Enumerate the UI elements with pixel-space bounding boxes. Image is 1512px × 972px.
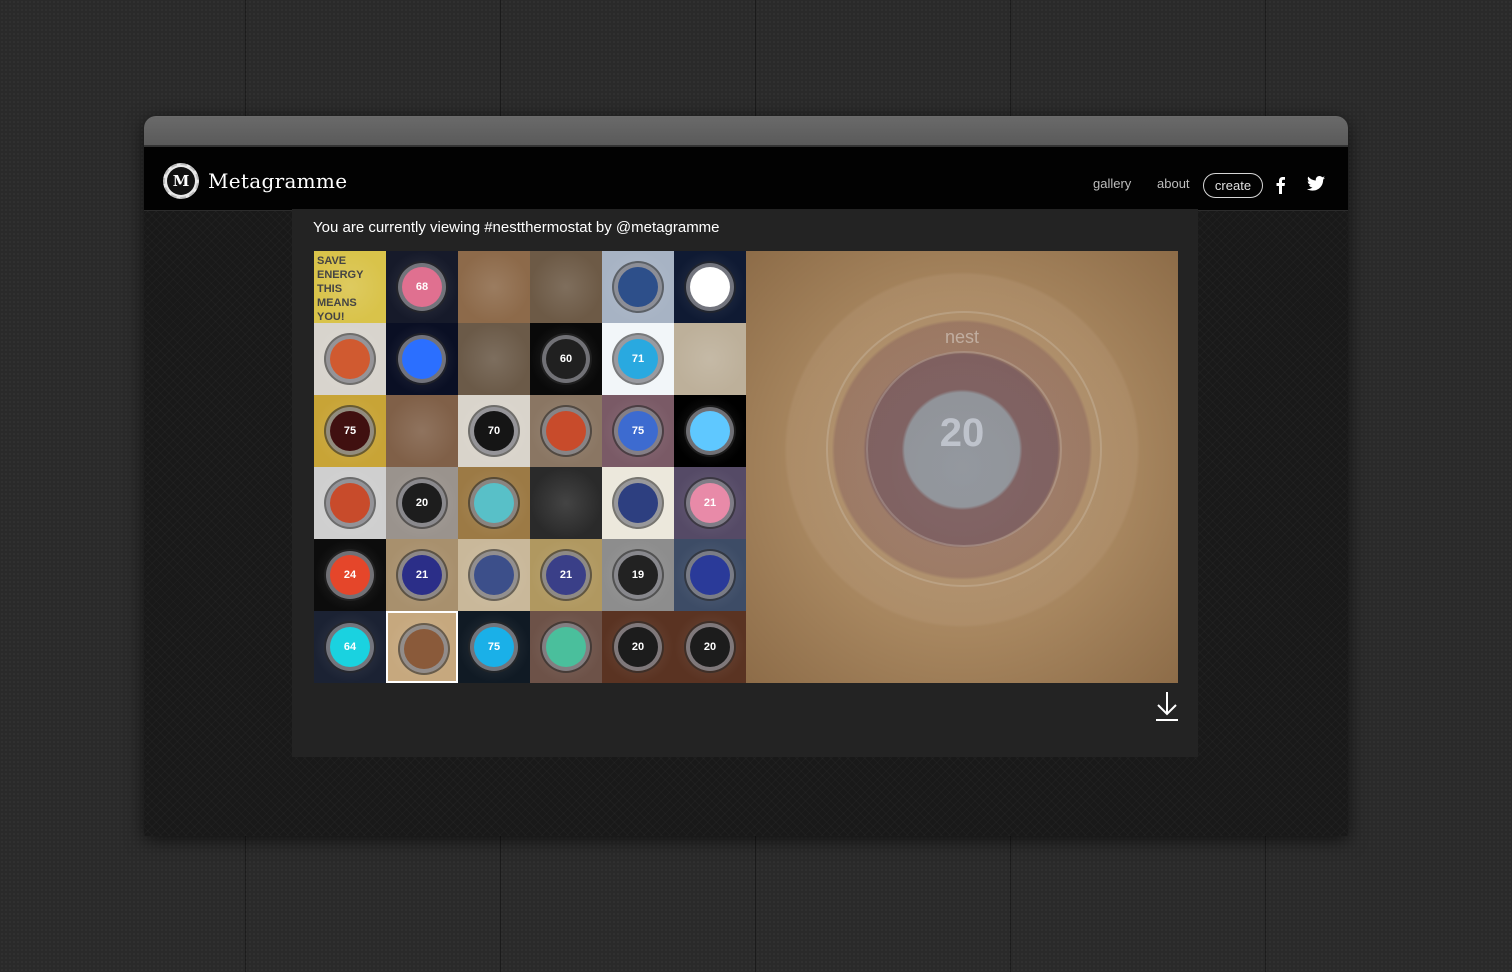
grid-thumbnail[interactable]: 75 [458, 611, 530, 683]
grid-thumbnail[interactable]: 75 [314, 395, 386, 467]
thermostat-dial: 20 [402, 483, 442, 523]
nav-gallery-link[interactable]: gallery [1093, 176, 1131, 191]
grid-thumbnail[interactable] [314, 323, 386, 395]
grid-thumbnail[interactable]: SAVE ENERGY THIS MEANS YOU! [314, 251, 386, 323]
twitter-icon[interactable] [1307, 176, 1327, 194]
thermostat-dial: 75 [330, 411, 370, 451]
grid-thumbnail[interactable] [674, 539, 746, 611]
grid-thumbnail[interactable]: 70 [458, 395, 530, 467]
thermostat-dial [546, 627, 586, 667]
grid-thumbnail[interactable] [386, 395, 458, 467]
thermostat-dial [474, 483, 514, 523]
grid-thumbnail[interactable] [458, 323, 530, 395]
thermostat-dial [618, 483, 658, 523]
grid-thumbnail[interactable] [674, 395, 746, 467]
grid-thumbnail[interactable] [530, 467, 602, 539]
thermostat-dial: 20 [618, 627, 658, 667]
grid-thumbnail[interactable] [674, 323, 746, 395]
grid-thumbnail[interactable] [530, 251, 602, 323]
thermostat-dial [330, 483, 370, 523]
logo-letter: M [167, 167, 195, 195]
grid-thumbnail[interactable] [386, 611, 458, 683]
grid-thumbnail[interactable]: 75 [602, 395, 674, 467]
thermostat-dial: 75 [474, 627, 514, 667]
composite-number: 20 [939, 411, 985, 455]
grid-thumbnail[interactable] [314, 467, 386, 539]
grid-thumbnail[interactable] [530, 395, 602, 467]
nav-about-link[interactable]: about [1157, 176, 1190, 191]
thermostat-dial [474, 555, 514, 595]
grid-thumbnail[interactable]: 20 [602, 611, 674, 683]
site-header: M Metagramme gallery about create [144, 147, 1348, 211]
grid-thumbnail[interactable]: 58 [674, 251, 746, 323]
thermostat-dial [404, 629, 444, 669]
thermostat-dial: 64 [330, 627, 370, 667]
thermostat-dial: 68 [402, 267, 442, 307]
grid-thumbnail[interactable]: 68 [386, 251, 458, 323]
thermostat-dial [690, 555, 730, 595]
grid-thumbnail[interactable]: 20 [674, 611, 746, 683]
grid-thumbnail[interactable]: 19 [602, 539, 674, 611]
grid-thumbnail[interactable] [458, 539, 530, 611]
thermostat-dial: 21 [690, 483, 730, 523]
grid-thumbnail[interactable]: 21 [674, 467, 746, 539]
composite-image[interactable]: nest 20 [746, 251, 1178, 683]
title-bar [144, 116, 1348, 147]
grid-thumbnail[interactable] [602, 251, 674, 323]
thermostat-dial: 58 [690, 267, 730, 307]
thermostat-dial [402, 339, 442, 379]
grid-thumbnail[interactable] [458, 251, 530, 323]
grid-thumbnail[interactable]: 20 [386, 467, 458, 539]
browser-window: M Metagramme gallery about create You ar… [144, 116, 1348, 836]
download-icon[interactable] [1154, 690, 1180, 722]
grid-thumbnail[interactable]: 21 [386, 539, 458, 611]
thermostat-dial: 21 [402, 555, 442, 595]
logo-badge[interactable]: M [163, 163, 199, 199]
grid-thumbnail[interactable]: 60 [530, 323, 602, 395]
grid-thumbnail[interactable] [386, 323, 458, 395]
thermostat-dial [618, 267, 658, 307]
thermostat-dial: 70 [474, 411, 514, 451]
thermostat-dial: 24 [330, 555, 370, 595]
grid-thumbnail[interactable]: 21 [530, 539, 602, 611]
thermostat-dial: 60 [546, 339, 586, 379]
thermostat-dial: 21 [546, 555, 586, 595]
composite-brand-text: nest [944, 327, 980, 347]
viewing-caption: You are currently viewing #nestthermosta… [313, 219, 720, 236]
create-button[interactable]: create [1203, 173, 1263, 198]
thermostat-dial: 71 [618, 339, 658, 379]
thermostat-dial [330, 339, 370, 379]
thermostat-dial: 19 [618, 555, 658, 595]
site-name[interactable]: Metagramme [208, 169, 347, 193]
grid-thumbnail[interactable] [530, 611, 602, 683]
thermostat-dial: 75 [618, 411, 658, 451]
grid-thumbnail[interactable]: 24 [314, 539, 386, 611]
thermostat-dial [546, 411, 586, 451]
grid-thumbnail[interactable] [458, 467, 530, 539]
thermostat-dial: 20 [690, 627, 730, 667]
grid-thumbnail[interactable]: 64 [314, 611, 386, 683]
grid-thumbnail[interactable]: 71 [602, 323, 674, 395]
thumbnail-caption: SAVE ENERGY THIS MEANS YOU! [317, 255, 364, 323]
grid-thumbnail[interactable] [602, 467, 674, 539]
facebook-icon[interactable] [1274, 176, 1294, 194]
thermostat-dial [690, 411, 730, 451]
source-image-grid: SAVE ENERGY THIS MEANS YOU! 68 58 60 71 75 70 7… [314, 251, 746, 683]
